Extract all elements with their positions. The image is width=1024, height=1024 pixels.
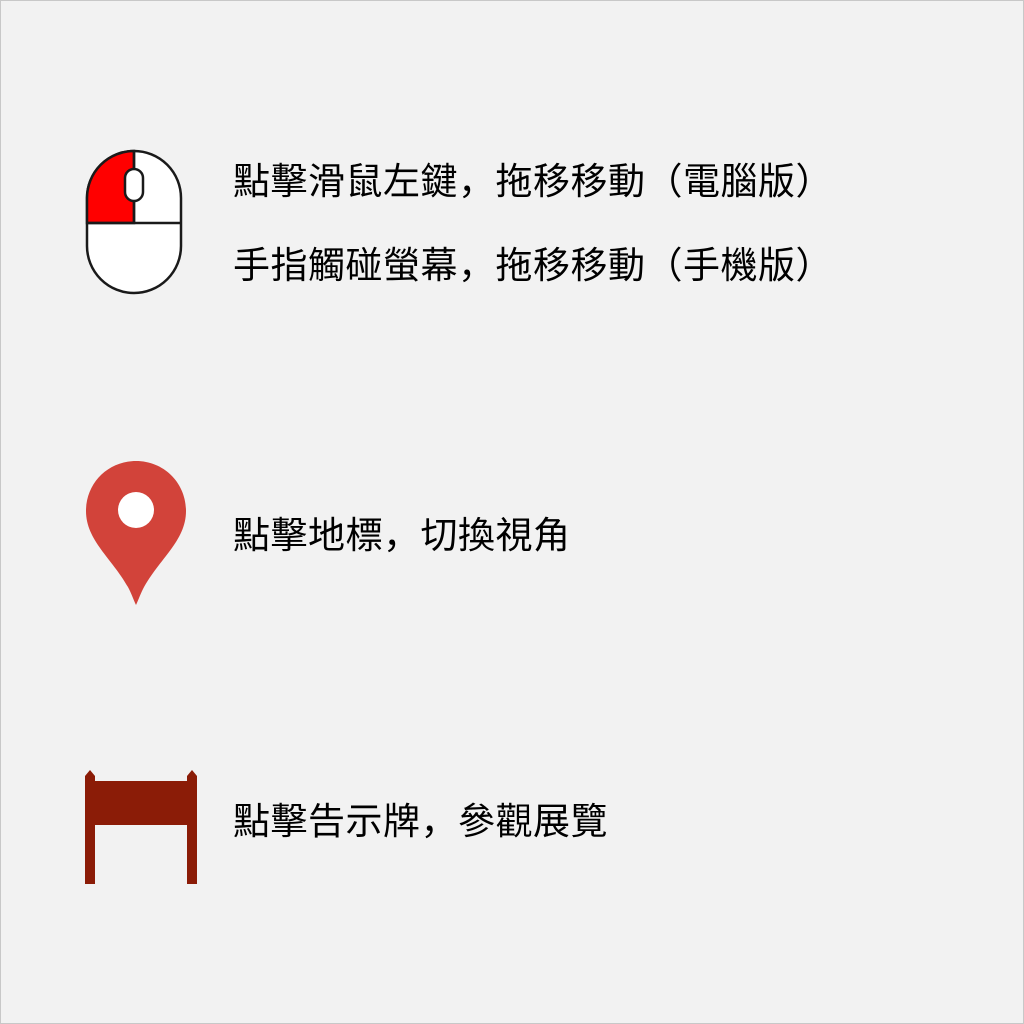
- signboard-icon: [85, 770, 197, 884]
- pin-instruction: 點擊地標，切換視角: [233, 514, 571, 557]
- help-panel: 點擊滑鼠左鍵，拖移移動（電腦版） 手指觸碰螢幕，拖移移動（手機版） 點擊地標，切…: [0, 0, 1024, 1024]
- mouse-instruction-desktop: 點擊滑鼠左鍵，拖移移動（電腦版）: [233, 160, 833, 203]
- instruction-sign: 點擊告示牌，參觀展覽: [1, 766, 1024, 891]
- mouse-instruction-mobile: 手指觸碰螢幕，拖移移動（手機版）: [233, 244, 833, 287]
- instruction-mouse: 點擊滑鼠左鍵，拖移移動（電腦版） 手指觸碰螢幕，拖移移動（手機版）: [1, 149, 1024, 299]
- instruction-pin: 點擊地標，切換視角: [1, 456, 1024, 611]
- map-pin-icon: [86, 461, 186, 605]
- sign-instruction: 點擊告示牌，參觀展覽: [233, 800, 608, 843]
- mouse-left-click-icon: [85, 149, 183, 295]
